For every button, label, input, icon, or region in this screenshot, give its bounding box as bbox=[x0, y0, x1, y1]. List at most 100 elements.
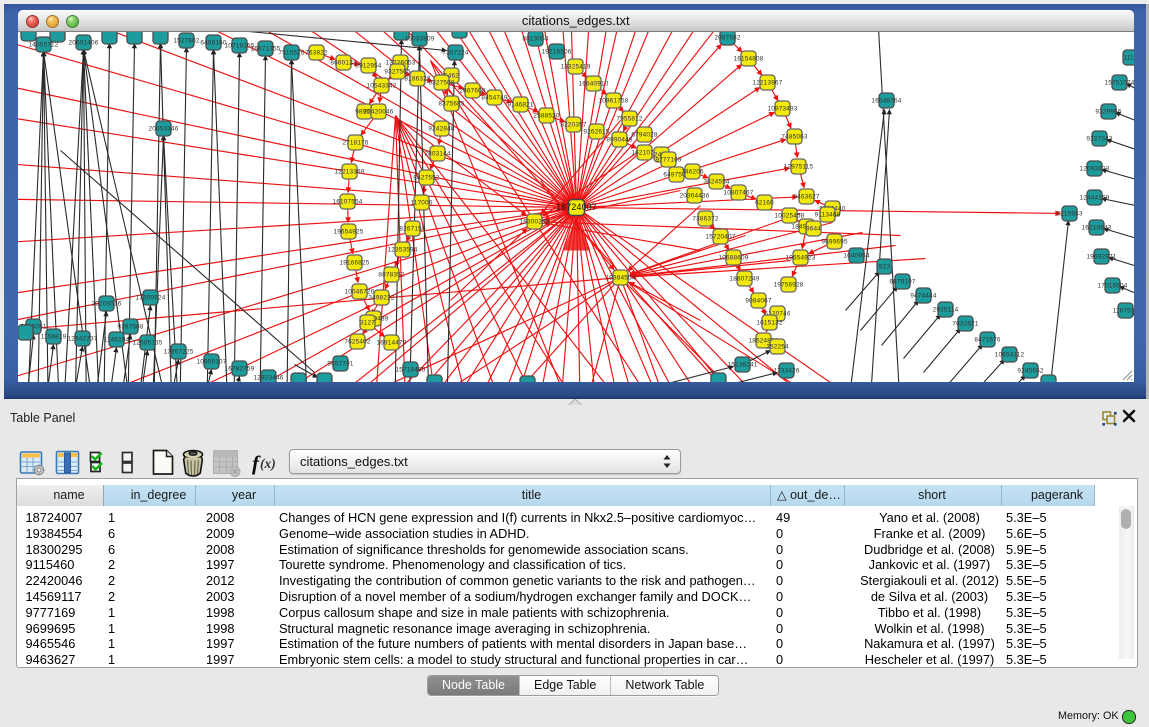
svg-text:9242848: 9242848 bbox=[428, 125, 455, 132]
svg-text:10807467: 10807467 bbox=[723, 189, 753, 196]
svg-text:1112: 1112 bbox=[1123, 54, 1134, 61]
svg-text:7515526: 7515526 bbox=[278, 49, 305, 56]
svg-text:12213369: 12213369 bbox=[334, 168, 364, 175]
svg-text:16548764: 16548764 bbox=[871, 97, 901, 104]
svg-text:2588520: 2588520 bbox=[533, 112, 560, 119]
svg-text:9327505: 9327505 bbox=[384, 68, 411, 75]
svg-text:7955812: 7955812 bbox=[616, 115, 643, 122]
svg-text:2935114: 2935114 bbox=[932, 306, 958, 313]
svg-text:62160: 62160 bbox=[755, 199, 774, 206]
svg-text:3498222: 3498222 bbox=[368, 294, 395, 301]
svg-text:117006: 117006 bbox=[410, 199, 432, 206]
svg-text:3624554: 3624554 bbox=[703, 178, 730, 185]
svg-text:17957225: 17957225 bbox=[163, 348, 193, 355]
svg-text:8427552: 8427552 bbox=[413, 174, 440, 181]
svg-text:17016504: 17016504 bbox=[1097, 282, 1127, 289]
svg-text:9699695: 9699695 bbox=[821, 238, 848, 245]
svg-text:16640910: 16640910 bbox=[578, 80, 608, 87]
svg-text:17359924: 17359924 bbox=[135, 294, 165, 301]
svg-text:10654112: 10654112 bbox=[994, 351, 1024, 358]
svg-text:1615132: 1615132 bbox=[756, 319, 783, 326]
svg-text:6466160: 6466160 bbox=[200, 39, 227, 46]
svg-text:1527602: 1527602 bbox=[173, 37, 200, 44]
svg-text:8912954: 8912954 bbox=[355, 62, 382, 69]
svg-text:7632621: 7632621 bbox=[952, 320, 979, 327]
svg-text:18300295: 18300295 bbox=[519, 218, 549, 225]
svg-text:16210643: 16210643 bbox=[1081, 224, 1111, 231]
svg-text:2803144: 2803144 bbox=[424, 150, 451, 157]
svg-text:12093823: 12093823 bbox=[1079, 165, 1109, 172]
svg-text:9227342: 9227342 bbox=[1086, 135, 1113, 142]
svg-text:10958107: 10958107 bbox=[196, 358, 226, 365]
svg-text:8267150: 8267150 bbox=[399, 225, 426, 232]
svg-text:13325419: 13325419 bbox=[560, 63, 590, 70]
svg-text:22420046: 22420046 bbox=[363, 108, 393, 115]
svg-text:9245652: 9245652 bbox=[1017, 367, 1044, 374]
svg-text:8471676: 8471676 bbox=[974, 336, 1001, 343]
svg-text:14055712: 14055712 bbox=[28, 41, 58, 48]
svg-text:6879197: 6879197 bbox=[889, 278, 916, 285]
svg-text:9262615: 9262615 bbox=[583, 128, 610, 135]
svg-text:252254: 252254 bbox=[766, 343, 789, 350]
svg-text:763822: 763822 bbox=[305, 49, 328, 56]
svg-text:8660123: 8660123 bbox=[330, 59, 357, 66]
svg-text:7625402: 7625402 bbox=[344, 338, 371, 345]
svg-text:12942737: 12942737 bbox=[67, 335, 97, 342]
svg-text:16782759: 16782759 bbox=[224, 365, 254, 372]
svg-text:20364436: 20364436 bbox=[679, 192, 709, 199]
svg-text:1145194: 1145194 bbox=[103, 336, 129, 343]
svg-text:19654923: 19654923 bbox=[785, 254, 815, 261]
svg-text:12444159: 12444159 bbox=[1079, 194, 1109, 201]
svg-text:1156819: 1156819 bbox=[40, 333, 66, 340]
svg-text:15136141: 15136141 bbox=[727, 361, 757, 368]
svg-text:10025458: 10025458 bbox=[774, 212, 804, 219]
svg-text:3127: 3127 bbox=[359, 319, 374, 326]
svg-text:1640954: 1640954 bbox=[843, 252, 870, 259]
svg-text:18724007: 18724007 bbox=[556, 202, 597, 212]
svg-text:19384554: 19384554 bbox=[605, 274, 635, 281]
svg-text:6794028: 6794028 bbox=[631, 131, 658, 138]
svg-text:2718176: 2718176 bbox=[342, 139, 369, 146]
svg-text:12505135: 12505135 bbox=[132, 339, 162, 346]
svg-text:2087682: 2087682 bbox=[714, 34, 741, 41]
svg-text:8215953: 8215953 bbox=[1056, 210, 1083, 217]
svg-text:9113468: 9113468 bbox=[814, 211, 840, 218]
svg-text:16033809: 16033809 bbox=[404, 35, 434, 42]
svg-text:19756928: 19756928 bbox=[773, 281, 803, 288]
svg-text:12923446: 12923446 bbox=[253, 374, 283, 381]
svg-text:16914479: 16914479 bbox=[376, 339, 406, 346]
svg-text:9327508: 9327508 bbox=[428, 79, 455, 86]
svg-text:19654925: 19654925 bbox=[333, 228, 363, 235]
svg-text:12975115: 12975115 bbox=[783, 163, 813, 170]
svg-text:9474444: 9474444 bbox=[910, 292, 937, 299]
svg-text:746206: 746206 bbox=[681, 168, 704, 175]
svg-text:16154808: 16154808 bbox=[733, 55, 763, 62]
svg-text:10688609: 10688609 bbox=[718, 254, 748, 261]
svg-text:923: 923 bbox=[878, 263, 890, 270]
svg-text:9329966: 9329966 bbox=[1095, 108, 1122, 115]
svg-text:9657791: 9657791 bbox=[327, 360, 354, 367]
svg-text:20691406: 20691406 bbox=[68, 39, 98, 46]
svg-text:9644: 9644 bbox=[805, 225, 820, 232]
svg-text:8454749: 8454749 bbox=[481, 94, 508, 101]
svg-text:16671355: 16671355 bbox=[250, 45, 280, 52]
svg-text:20053346: 20053346 bbox=[148, 125, 178, 132]
svg-text:1733426: 1733426 bbox=[773, 367, 800, 374]
svg-text:12353594: 12353594 bbox=[387, 246, 417, 253]
svg-text:9146821: 9146821 bbox=[507, 101, 534, 108]
svg-text:15751074: 15751074 bbox=[1104, 79, 1134, 86]
svg-text:19166825: 19166825 bbox=[339, 259, 369, 266]
svg-text:9084067: 9084067 bbox=[745, 297, 772, 304]
svg-text:15716485: 15716485 bbox=[395, 366, 425, 373]
svg-text:10961758: 10961758 bbox=[598, 97, 628, 104]
svg-text:7485063: 7485063 bbox=[781, 133, 808, 140]
svg-text:10543342: 10543342 bbox=[366, 82, 396, 89]
svg-text:12213967: 12213967 bbox=[752, 79, 782, 86]
svg-text:7357224: 7357224 bbox=[442, 49, 469, 56]
svg-text:10973493: 10973493 bbox=[767, 105, 797, 112]
svg-text:9777169: 9777169 bbox=[655, 156, 682, 163]
svg-text:18807249: 18807249 bbox=[729, 275, 759, 282]
svg-text:9397588: 9397588 bbox=[117, 323, 144, 330]
svg-text:20206516: 20206516 bbox=[91, 300, 121, 307]
svg-text:1167533: 1167533 bbox=[1112, 307, 1133, 314]
